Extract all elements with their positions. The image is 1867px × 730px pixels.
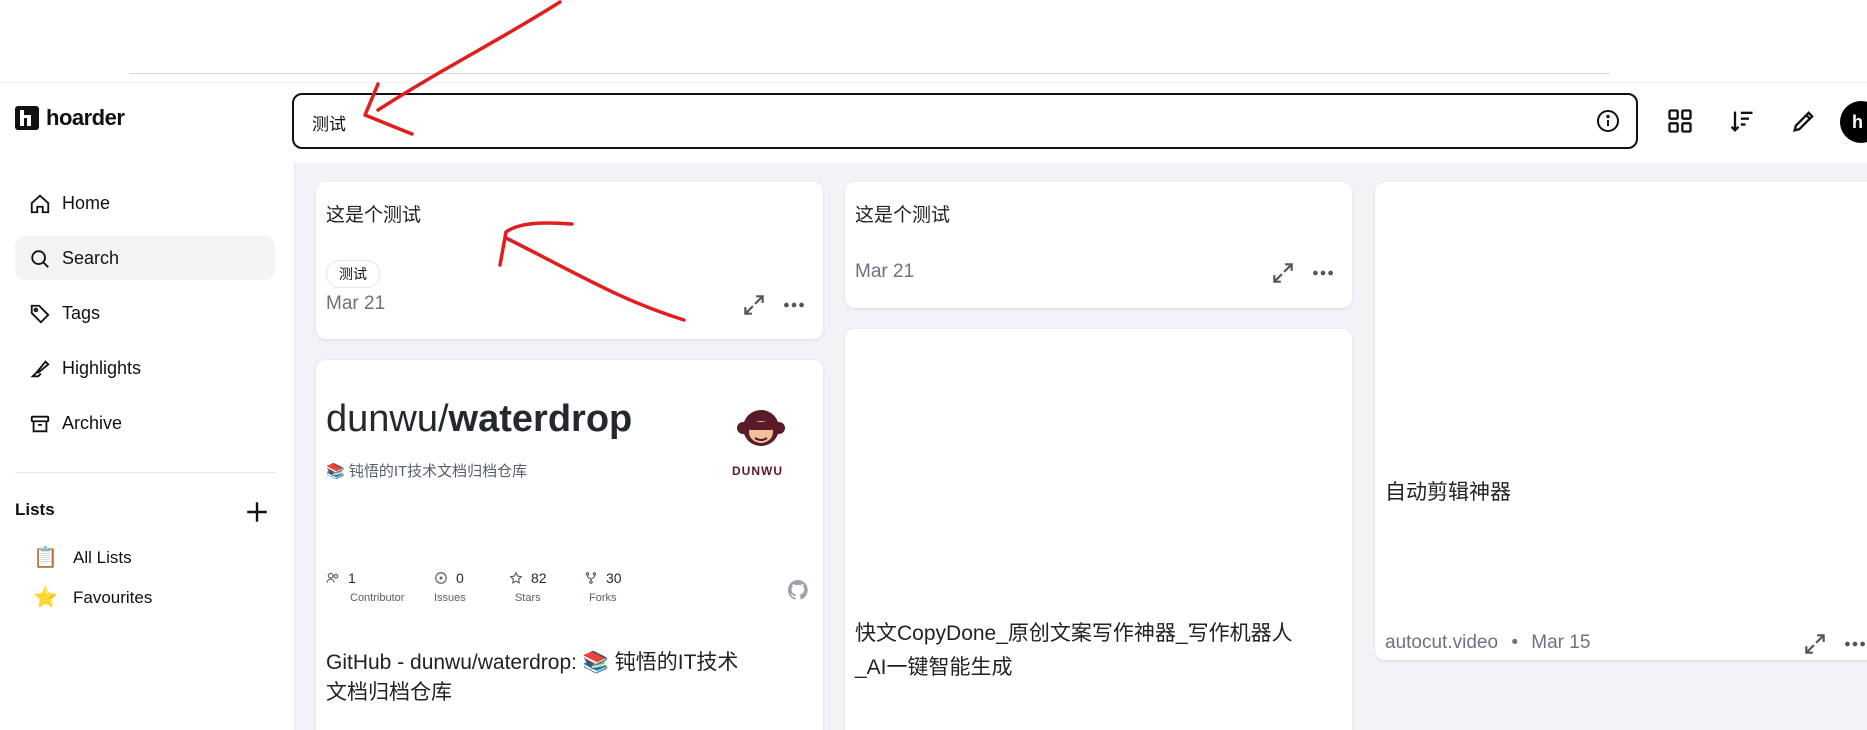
stat-label: Stars xyxy=(514,592,541,604)
user-avatar[interactable]: h xyxy=(1840,101,1867,143)
sidebar: Home Search Tags Highlights Archive List… xyxy=(0,163,295,730)
brand[interactable]: hoarder xyxy=(14,105,125,131)
search-input[interactable] xyxy=(310,107,1564,137)
stat-contributors: 1 Contributor xyxy=(326,570,404,604)
sidebar-item-home[interactable]: Home xyxy=(15,181,275,225)
sidebar-item-label: Home xyxy=(62,193,111,213)
bookmark-card[interactable]: 这是个测试 测试 Mar 21 xyxy=(316,182,823,339)
sidebar-item-highlights[interactable]: Highlights xyxy=(15,346,275,390)
list-item-all-lists[interactable]: 📋 All Lists xyxy=(33,543,132,573)
bookmark-card[interactable]: 这是个测试 Mar 21 xyxy=(845,182,1352,308)
bookmarks-grid: 这是个测试 测试 Mar 21 这是个测试 Mar 21 自动剪辑神器 auto… xyxy=(295,163,1867,730)
bookmark-card[interactable]: dunwu/waterdrop 📚 钝悟的IT技术文档归档仓库 DUNWU 1 … xyxy=(316,360,823,730)
bookmark-card[interactable]: 自动剪辑神器 autocut.video • Mar 15 xyxy=(1375,182,1867,660)
card-date: Mar 15 xyxy=(1531,632,1591,653)
logo-text: DUNWU xyxy=(732,464,783,478)
sidebar-divider xyxy=(15,472,275,473)
sidebar-item-search[interactable]: Search xyxy=(15,236,275,280)
sidebar-item-archive[interactable]: Archive xyxy=(15,401,275,445)
add-list-icon[interactable] xyxy=(244,499,270,525)
card-date: Mar 21 xyxy=(855,261,915,282)
expand-icon[interactable] xyxy=(1270,260,1296,286)
people-icon xyxy=(326,572,339,583)
archive-icon xyxy=(30,415,50,433)
stat-value: 30 xyxy=(606,570,622,586)
search-bar xyxy=(292,93,1638,149)
repo-owner: dunwu/ xyxy=(326,398,449,440)
tag-badge[interactable]: 测试 xyxy=(326,260,380,288)
list-item-label: Favourites xyxy=(73,588,153,607)
stat-label: Issues xyxy=(434,592,466,604)
star-outline-icon xyxy=(509,571,523,584)
dunwu-monkey-logo-icon xyxy=(737,410,785,446)
stat-issues: 0 Issues xyxy=(434,570,466,604)
issue-icon xyxy=(435,572,447,584)
card-title-line: _AI一键智能生成 xyxy=(855,656,1013,679)
card-title-line: 快文CopyDone_原创文案写作神器_写作机器人 xyxy=(855,622,1293,645)
card-title-line: 文档归档仓库 xyxy=(326,681,452,704)
stat-value: 1 xyxy=(348,570,356,586)
brand-name: hoarder xyxy=(46,105,125,130)
search-icon xyxy=(31,250,49,268)
card-title: 快文CopyDone_原创文案写作神器_写作机器人 _AI一键智能生成 xyxy=(855,617,1293,685)
card-date: Mar 21 xyxy=(326,293,386,314)
more-options-icon[interactable] xyxy=(1310,260,1336,286)
stat-stars: 82 Stars xyxy=(509,570,547,604)
highlighter-icon xyxy=(30,360,50,378)
app-header: hoarder h xyxy=(0,82,1867,163)
repo-title: dunwu/waterdrop xyxy=(326,398,632,441)
lists-heading: Lists xyxy=(15,500,55,519)
home-icon xyxy=(30,194,50,214)
list-item-label: All Lists xyxy=(73,548,132,567)
sidebar-item-label: Tags xyxy=(62,303,101,323)
source-domain[interactable]: autocut.video xyxy=(1385,632,1498,653)
more-options-icon[interactable] xyxy=(1842,631,1867,657)
more-options-icon[interactable] xyxy=(781,292,807,318)
clipboard-icon: 📋 xyxy=(33,547,58,569)
expand-icon[interactable] xyxy=(741,292,767,318)
bookmark-card[interactable]: 快文CopyDone_原创文案写作神器_写作机器人 _AI一键智能生成 xyxy=(845,329,1352,730)
card-title: 这是个测试 xyxy=(855,205,951,226)
stat-value: 0 xyxy=(456,570,464,586)
card-source: autocut.video • Mar 15 xyxy=(1385,632,1590,654)
top-divider xyxy=(130,73,1610,74)
list-item-favourites[interactable]: ⭐ Favourites xyxy=(33,583,152,613)
info-icon[interactable] xyxy=(1596,109,1620,133)
separator-dot: • xyxy=(1511,632,1518,653)
sort-icon[interactable] xyxy=(1728,107,1756,135)
sidebar-item-tags[interactable]: Tags xyxy=(15,291,275,335)
fork-icon xyxy=(585,572,597,584)
expand-icon[interactable] xyxy=(1802,631,1828,657)
stat-value: 82 xyxy=(531,570,547,586)
card-title: GitHub - dunwu/waterdrop: 📚 钝悟的IT技术 文档归档… xyxy=(326,648,738,708)
hoarder-logo-icon xyxy=(15,106,39,130)
sidebar-item-label: Highlights xyxy=(62,358,142,378)
stat-forks: 30 Forks xyxy=(584,570,622,604)
card-title-line: GitHub - dunwu/waterdrop: 📚 钝悟的IT技术 xyxy=(326,651,739,674)
repo-description: 📚 钝悟的IT技术文档归档仓库 xyxy=(326,463,528,480)
edit-pencil-icon[interactable] xyxy=(1790,107,1818,135)
stat-label: Contributor xyxy=(350,592,405,604)
sidebar-item-label: Search xyxy=(62,248,120,268)
stat-label: Forks xyxy=(589,592,617,604)
star-icon: ⭐ xyxy=(33,587,58,609)
repo-name: waterdrop xyxy=(448,398,633,440)
card-title: 这是个测试 xyxy=(326,205,422,226)
sidebar-item-label: Archive xyxy=(62,413,123,433)
tag-icon xyxy=(30,304,50,324)
github-icon xyxy=(787,579,808,600)
card-title: 自动剪辑神器 xyxy=(1385,481,1511,504)
layout-grid-icon[interactable] xyxy=(1666,107,1694,135)
